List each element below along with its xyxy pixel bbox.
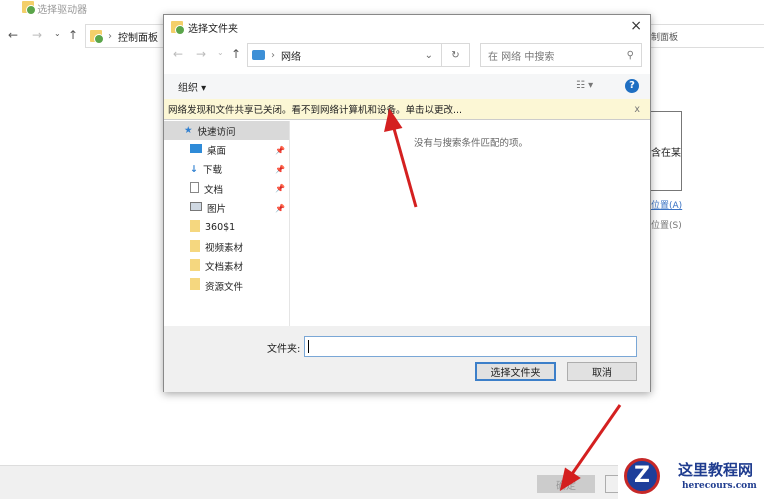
watermark-logo: Z 这里教程网 herecours.com: [618, 456, 764, 499]
arrow-head: [384, 108, 403, 132]
watermark-name: 这里教程网: [678, 461, 754, 479]
red-arrow-ok-button: [570, 404, 622, 475]
arrow-head: [559, 467, 581, 492]
watermark-url: herecours.com: [682, 481, 757, 491]
red-arrow-info-bar: [391, 124, 418, 208]
logo-z-icon: Z: [624, 458, 660, 494]
annotation-arrows: [384, 108, 622, 492]
